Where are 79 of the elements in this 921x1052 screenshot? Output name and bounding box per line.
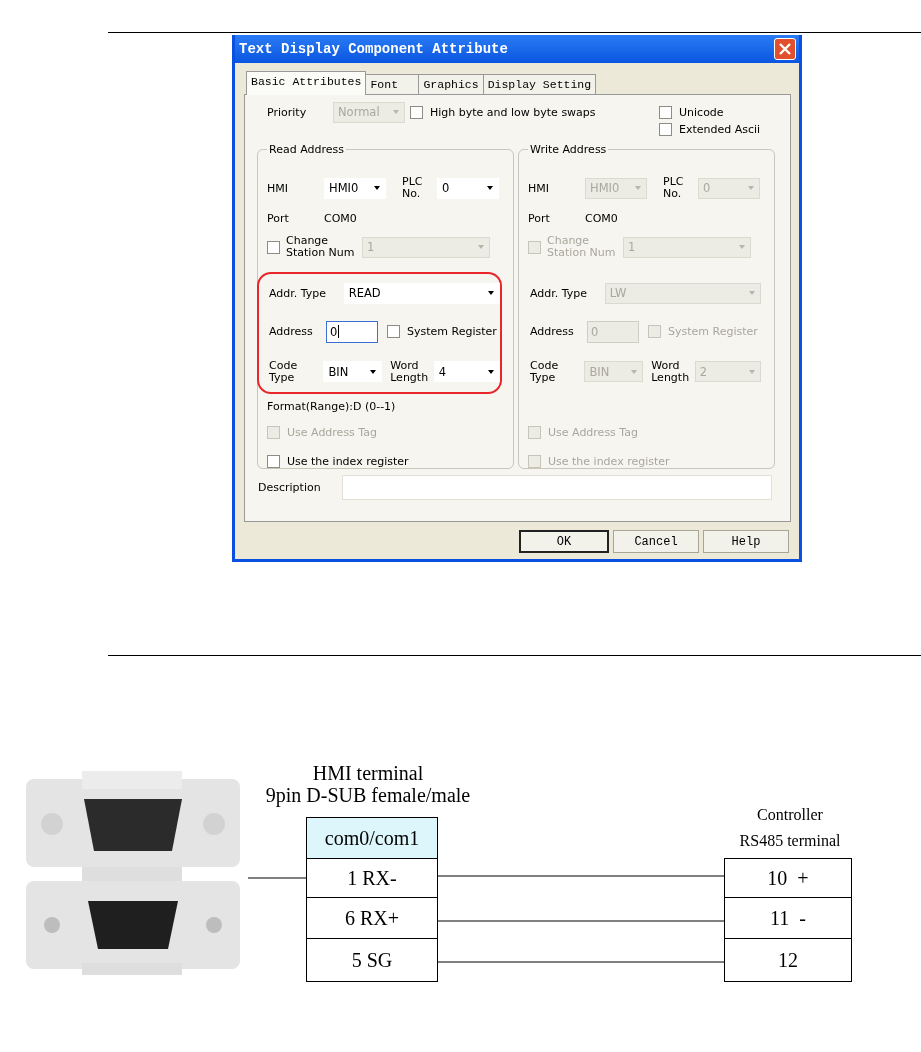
table-cell: 11 - bbox=[724, 897, 852, 939]
checkbox-label: Use Address Tag bbox=[287, 425, 377, 439]
port-value: COM0 bbox=[585, 211, 618, 225]
window-title: Text Display Component Attribute bbox=[239, 41, 508, 57]
field-label: Address bbox=[269, 325, 314, 338]
dropdown[interactable]: BIN bbox=[323, 361, 383, 382]
caret-icon bbox=[374, 186, 380, 190]
checkbox-label: Extended Ascii bbox=[679, 122, 761, 136]
caret-icon bbox=[478, 245, 484, 249]
field-label: Word Length bbox=[651, 359, 691, 384]
tab[interactable]: Display Setting bbox=[482, 74, 597, 94]
caret-icon bbox=[488, 369, 494, 374]
dropdown[interactable]: HMI0 bbox=[324, 177, 386, 199]
checkbox-label: Use the index register bbox=[287, 454, 409, 468]
dialog-button[interactable]: OK bbox=[519, 530, 609, 553]
field-label: Code Type bbox=[269, 359, 299, 384]
caret-icon bbox=[631, 369, 638, 374]
caption-text: 9pin D-SUB female/male bbox=[265, 784, 471, 807]
table-cell: 12 bbox=[724, 938, 852, 982]
checkbox[interactable] bbox=[659, 105, 672, 119]
field-label: PLC No. bbox=[663, 176, 685, 200]
field-label: Port bbox=[267, 211, 290, 225]
field-label: Code Type bbox=[530, 359, 560, 384]
field-label: Port bbox=[528, 211, 551, 225]
caret-icon bbox=[370, 369, 377, 374]
close-button[interactable] bbox=[774, 38, 796, 60]
caption-text: HMI terminal bbox=[312, 762, 424, 785]
caret-icon bbox=[635, 186, 641, 190]
caret-icon bbox=[749, 369, 755, 374]
caret-icon bbox=[748, 186, 754, 190]
table-cell: 5 SG bbox=[306, 938, 438, 982]
group-title: Write Address bbox=[529, 143, 608, 156]
caret-icon bbox=[487, 186, 493, 190]
field-label: Priority bbox=[266, 105, 308, 119]
field-label: HMI bbox=[528, 181, 550, 195]
caret-icon bbox=[739, 245, 745, 249]
group-title: Read Address bbox=[268, 143, 345, 156]
port-value: COM0 bbox=[324, 211, 357, 225]
dialog-button[interactable]: Help bbox=[703, 530, 789, 553]
field-label: Address bbox=[530, 325, 575, 338]
table-cell: 1 RX- bbox=[306, 858, 438, 898]
table-header: com0/com1 bbox=[306, 817, 438, 859]
caption-text: Controller bbox=[757, 806, 823, 824]
checkbox[interactable] bbox=[267, 454, 280, 468]
checkbox[interactable] bbox=[410, 105, 423, 119]
table-cell: 10 + bbox=[724, 858, 852, 898]
table-cell: 6 RX+ bbox=[306, 897, 438, 939]
dropdown[interactable]: 4 bbox=[433, 361, 500, 382]
checkbox-label: System Register bbox=[668, 325, 758, 338]
checkbox-label: Unicode bbox=[679, 105, 724, 119]
checkbox[interactable] bbox=[659, 122, 672, 136]
caret-icon bbox=[488, 291, 494, 295]
caret-icon bbox=[749, 291, 755, 295]
field-label: Addr. Type bbox=[530, 286, 589, 300]
checkbox-label: High byte and low byte swaps bbox=[430, 105, 596, 119]
dropdown[interactable]: 0 bbox=[437, 177, 499, 199]
caption-text: RS485 terminal bbox=[739, 832, 841, 850]
tab[interactable]: Graphics bbox=[418, 74, 484, 94]
field-label: HMI bbox=[267, 181, 289, 195]
address-field[interactable]: 0 bbox=[326, 320, 378, 343]
format-text: Format(Range):D (0--1) bbox=[267, 399, 396, 413]
dialog-button[interactable]: Cancel bbox=[613, 530, 699, 553]
checkbox-label: Use the index register bbox=[548, 454, 670, 468]
field-label: Addr. Type bbox=[269, 286, 328, 300]
checkbox-label: Change Station Num bbox=[547, 235, 617, 259]
caret-icon bbox=[393, 110, 399, 114]
checkbox-label: Use Address Tag bbox=[548, 425, 638, 439]
field-label: PLC No. bbox=[402, 176, 424, 200]
dropdown[interactable]: READ bbox=[343, 282, 500, 304]
field-label: Description bbox=[257, 480, 322, 494]
checkbox[interactable] bbox=[387, 325, 400, 338]
checkbox-label: System Register bbox=[407, 325, 497, 338]
close-icon bbox=[779, 43, 791, 55]
wire bbox=[247, 877, 308, 879]
tab[interactable]: Basic Attributes bbox=[246, 71, 367, 95]
description-field[interactable] bbox=[342, 474, 772, 500]
checkbox-label: Change Station Num bbox=[286, 235, 356, 259]
tab[interactable]: Font bbox=[365, 74, 420, 94]
field-label: Word Length bbox=[390, 359, 430, 384]
